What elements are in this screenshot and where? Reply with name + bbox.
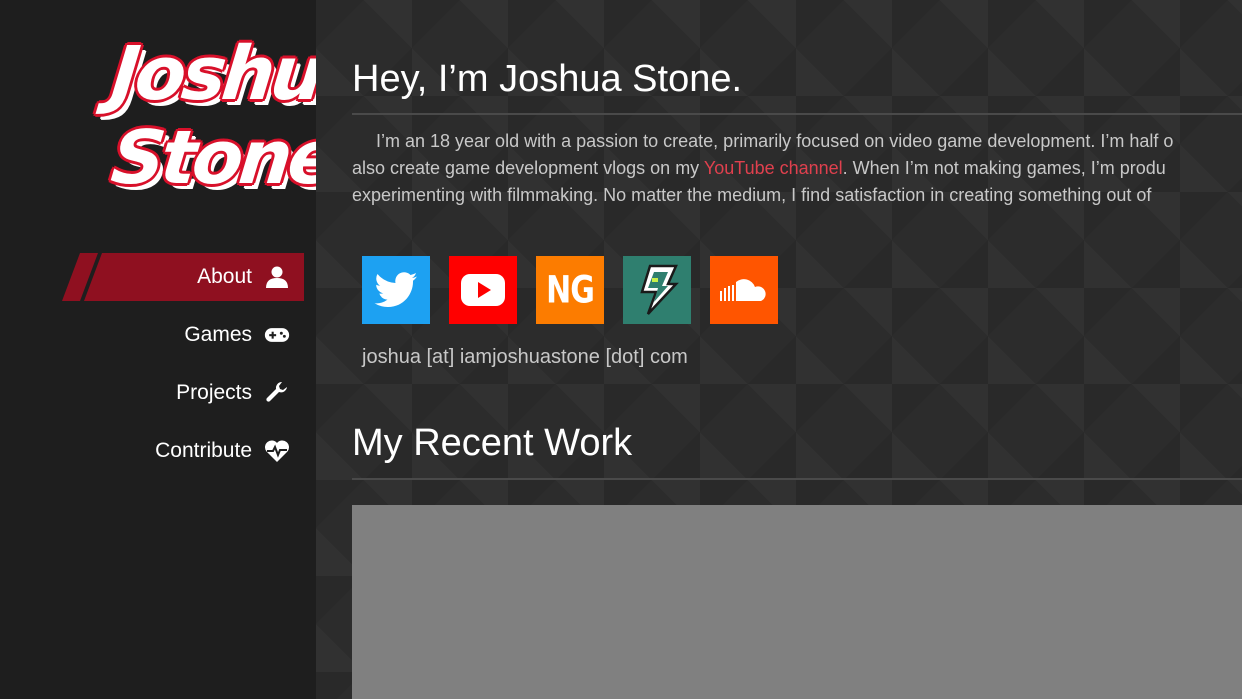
nav-item-label: Contribute [155,439,252,462]
page-title: Hey, I’m Joshua Stone. [352,58,743,100]
intro-line: experimenting with filmmaking. No matter… [352,185,1152,205]
newgrounds-icon: NG [546,268,595,312]
main-nav: About Games Projects Contribute [0,252,316,484]
social-links: NG [362,256,797,324]
youtube-link[interactable] [449,256,517,324]
nav-item-label: Games [184,323,252,346]
heartbeat-icon [264,438,290,464]
divider [352,113,1242,115]
nav-item-contribute[interactable]: Contribute [0,426,316,476]
nav-item-about[interactable]: About [0,252,316,302]
logo-line-2: Stone [107,115,339,201]
wrench-icon [264,380,290,406]
soundcloud-icon [720,279,766,301]
gamejolt-icon [640,264,679,315]
intro-text: . When I’m not making games, I’m produ [842,158,1166,178]
recent-work-embed[interactable] [352,505,1242,699]
nav-item-games[interactable]: Games [0,310,316,360]
nav-item-label: About [197,265,252,288]
contact-email: joshua [at] iamjoshuastone [dot] com [362,346,688,368]
twitter-icon [374,272,417,308]
main-content: Hey, I’m Joshua Stone. I’m an 18 year ol… [316,0,1242,699]
youtube-icon [461,274,505,306]
site-logo[interactable]: Joshua Stone [107,31,370,208]
recent-work-heading: My Recent Work [352,422,633,464]
youtube-channel-link[interactable]: YouTube channel [704,158,843,178]
twitter-link[interactable] [362,256,430,324]
nav-item-label: Projects [176,381,252,404]
logo-line-1: Joshua [107,31,371,117]
intro-line: also create game development vlogs on my… [352,155,1242,182]
nav-item-projects[interactable]: Projects [0,368,316,418]
gamejolt-link[interactable] [623,256,691,324]
sidebar: Joshua Stone About Games Projects Contri… [0,0,370,699]
page: Joshua Stone About Games Projects Contri… [0,0,1242,699]
intro-text: also create game development vlogs on my [352,158,704,178]
gamepad-icon [264,322,290,348]
divider [352,478,1242,480]
intro-paragraph: I’m an 18 year old with a passion to cre… [352,128,1242,209]
soundcloud-link[interactable] [710,256,778,324]
user-icon [264,264,290,290]
newgrounds-link[interactable]: NG [536,256,604,324]
intro-line: I’m an 18 year old with a passion to cre… [376,131,1174,151]
